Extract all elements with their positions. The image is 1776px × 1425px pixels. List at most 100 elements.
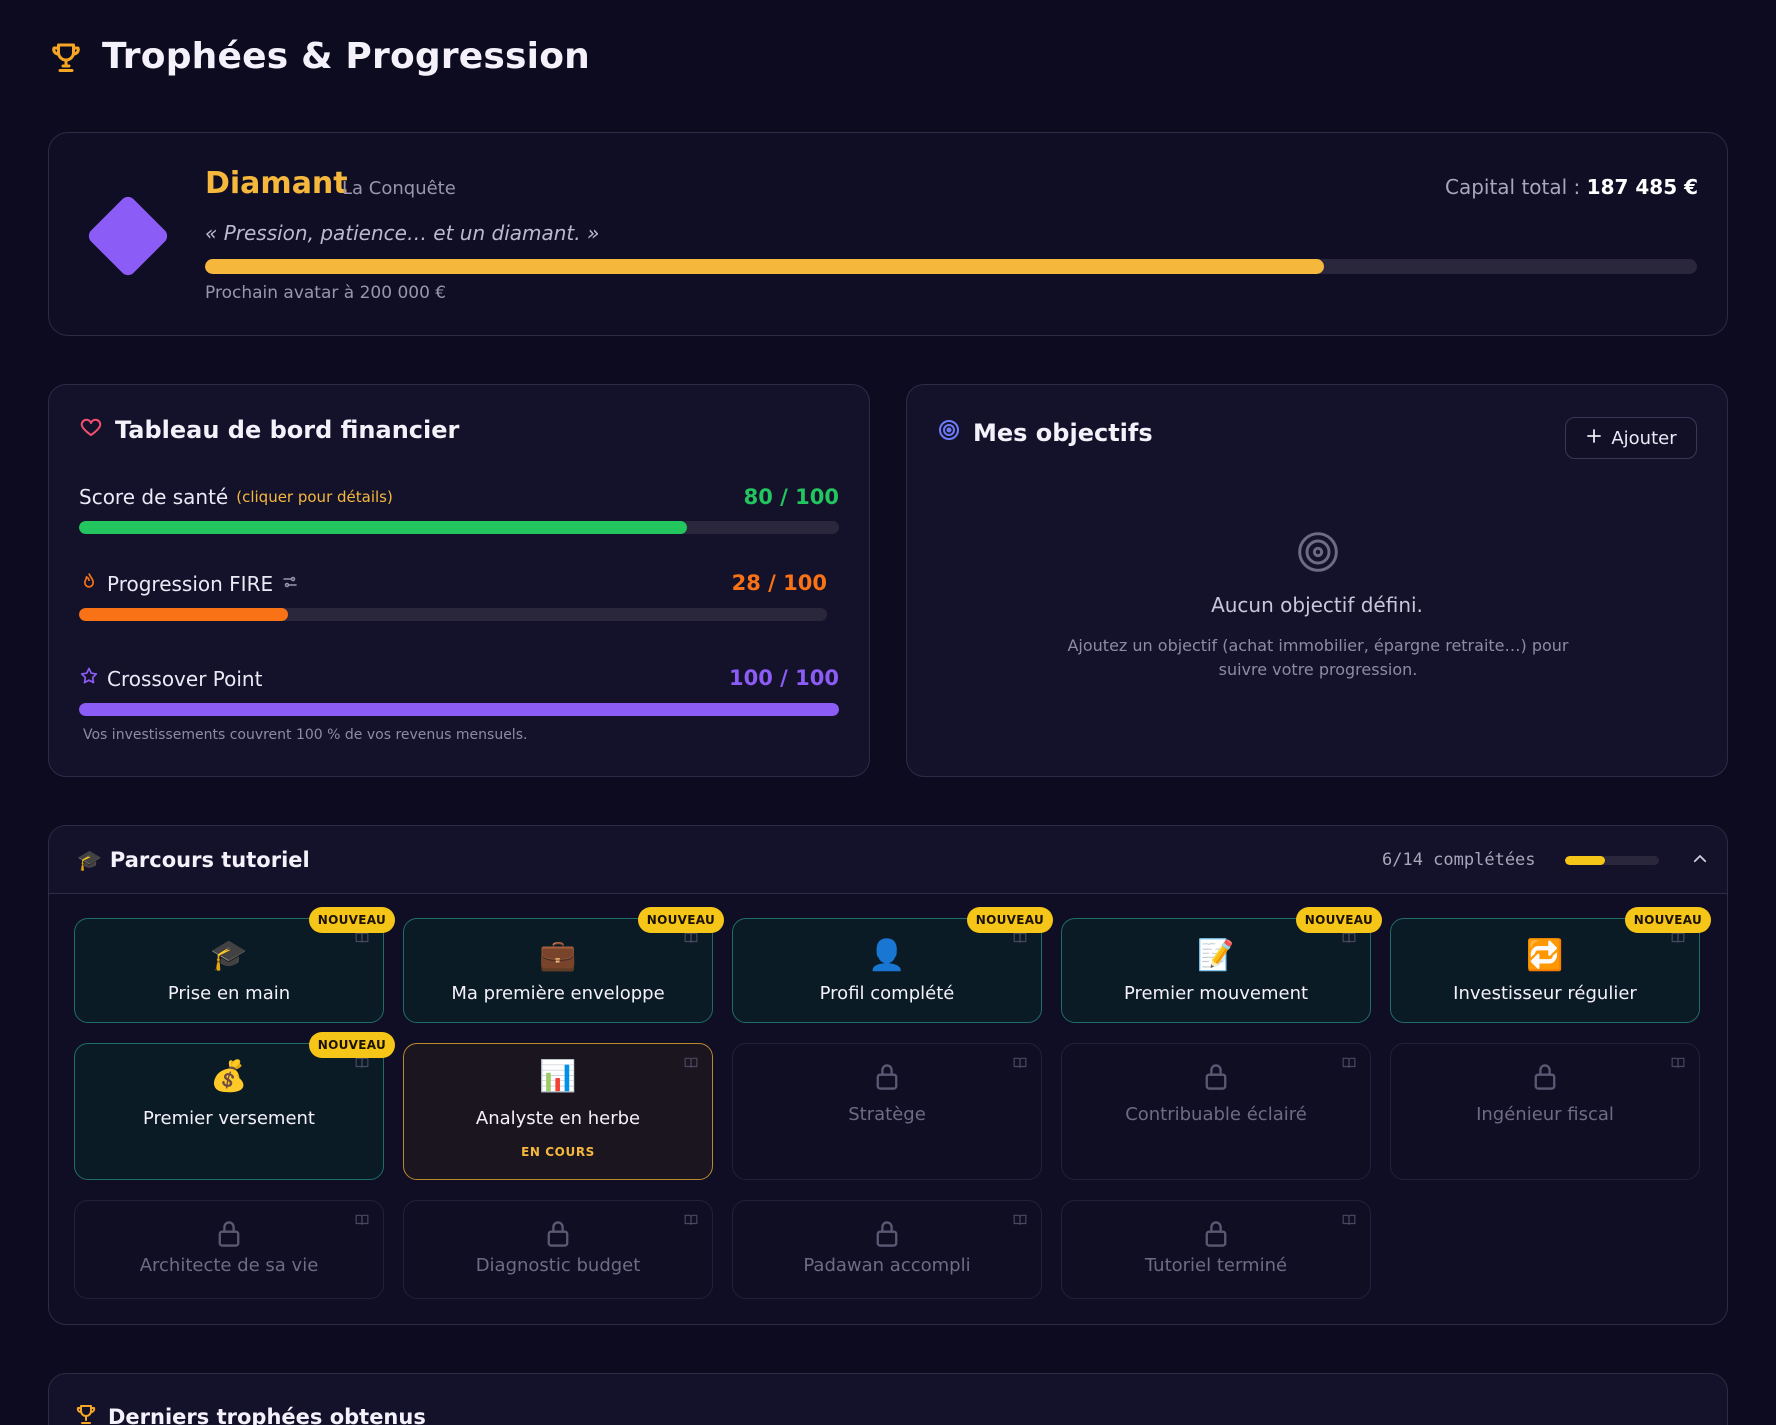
achievement-icon: 🎓 — [210, 938, 248, 973]
lock-icon — [215, 1219, 243, 1253]
tutorial-card[interactable]: 📊 Analyste en herbe EN COURS — [403, 1043, 713, 1180]
tutorial-card-label: Ingénieur fiscal — [1476, 1104, 1614, 1125]
tutorial-progress-fill — [1565, 856, 1606, 865]
rank-progress-bar — [205, 259, 1697, 274]
capital-total: Capital total : 187 485 € — [1445, 175, 1698, 199]
goals-title: Mes objectifs — [937, 418, 1153, 448]
graduation-cap-icon: 🎓 — [77, 848, 102, 872]
health-score-label[interactable]: Score de santé (cliquer pour détails) — [79, 485, 393, 509]
fire-progress-label: Progression FIRE — [79, 571, 299, 596]
page-title: Trophées & Progression — [102, 36, 590, 77]
tutorial-card[interactable]: Architecte de sa vie — [74, 1200, 384, 1299]
tutorial-card-label: Architecte de sa vie — [139, 1255, 319, 1276]
capital-label: Capital total : — [1444, 175, 1581, 199]
achievement-icon: 📝 — [1197, 938, 1235, 973]
rank-quote: « Pression, patience… et un diamant. » — [205, 221, 600, 245]
lock-icon — [1202, 1219, 1230, 1253]
book-icon[interactable] — [1013, 1211, 1027, 1230]
goals-empty-title: Aucun objectif défini. — [1211, 593, 1423, 617]
book-icon[interactable] — [684, 1211, 698, 1230]
lock-icon — [1531, 1062, 1559, 1096]
health-score-text: Score de santé — [79, 485, 229, 509]
plus-icon — [1585, 427, 1603, 450]
new-badge: NOUVEAU — [966, 907, 1053, 933]
crossover-note: Vos investissements couvrent 100 % de vo… — [83, 727, 528, 743]
tutorial-card[interactable]: 💰 Premier versement NOUVEAU — [74, 1032, 395, 1180]
book-icon[interactable] — [1342, 1054, 1356, 1073]
tutorial-card[interactable]: Stratège — [732, 1043, 1042, 1180]
chevron-up-icon[interactable] — [1691, 850, 1709, 872]
crossover-label: Crossover Point — [79, 666, 262, 691]
tutorial-card-label: Diagnostic budget — [475, 1255, 641, 1276]
goals-empty-desc: Ajoutez un objectif (achat immobilier, é… — [1067, 636, 1569, 679]
crossover-bar — [79, 703, 839, 716]
new-badge: NOUVEAU — [308, 1032, 395, 1058]
last-trophies-title-text: Derniers trophées obtenus — [108, 1404, 426, 1425]
health-score-hint[interactable]: (cliquer pour détails) — [236, 488, 393, 506]
page-header: Trophées & Progression — [48, 36, 590, 77]
tutorial-card[interactable]: 🔁 Investisseur régulier NOUVEAU — [1390, 907, 1711, 1023]
settings-sliders-icon[interactable] — [281, 572, 299, 596]
tutorial-card-label: Ma première enveloppe — [451, 983, 665, 1004]
achievement-icon: 💼 — [539, 938, 577, 973]
financial-dashboard-panel: Tableau de bord financier Score de santé… — [48, 384, 870, 777]
new-badge: NOUVEAU — [637, 907, 724, 933]
tutorial-card-label: Premier mouvement — [1123, 983, 1309, 1004]
dashboard-title-text: Tableau de bord financier — [115, 416, 460, 444]
add-goal-label: Ajouter — [1611, 427, 1677, 449]
crossover-text: Crossover Point — [107, 666, 263, 691]
achievement-icon: 🔁 — [1526, 938, 1564, 973]
tutorial-card[interactable]: 🎓 Prise en main NOUVEAU — [74, 907, 395, 1023]
tutorial-progress-bar — [1565, 856, 1659, 865]
tutorial-card[interactable]: Contribuable éclairé — [1061, 1043, 1371, 1180]
target-empty-icon — [1296, 530, 1340, 578]
fire-progress-text: Progression FIRE — [107, 571, 274, 596]
health-score-fill — [79, 521, 687, 534]
achievement-icon: 📊 — [539, 1059, 577, 1094]
tutorial-card[interactable]: Ingénieur fiscal — [1390, 1043, 1700, 1180]
target-icon — [937, 418, 961, 448]
fire-progress-bar — [79, 608, 827, 621]
book-icon[interactable] — [1342, 1211, 1356, 1230]
new-badge: NOUVEAU — [308, 907, 395, 933]
fire-progress-fill — [79, 608, 289, 621]
rank-progress-fill — [205, 259, 1324, 274]
tutorial-panel: 🎓 Parcours tutoriel 6/14 complétées 🎓 Pri… — [48, 825, 1728, 1325]
crossover-value: 100 / 100 — [729, 666, 839, 690]
tutorial-card-label: Analyste en herbe — [475, 1108, 641, 1129]
health-score-bar — [79, 521, 839, 534]
tutorial-card-label: Profil complété — [819, 983, 955, 1004]
tutorial-card[interactable]: Tutoriel terminé — [1061, 1200, 1371, 1299]
lock-icon — [544, 1219, 572, 1253]
tutorial-card-label: Investisseur régulier — [1453, 983, 1637, 1004]
heart-icon — [79, 415, 103, 445]
book-icon[interactable] — [684, 1054, 698, 1073]
last-trophies-panel: Derniers trophées obtenus — [48, 1373, 1728, 1425]
last-trophies-title: Derniers trophées obtenus — [74, 1402, 426, 1425]
tutorial-card[interactable]: 💼 Ma première enveloppe NOUVEAU — [403, 907, 724, 1023]
tutorial-card[interactable]: 👤 Profil complété NOUVEAU — [732, 907, 1053, 1023]
tutorial-card[interactable]: Diagnostic budget — [403, 1200, 713, 1299]
tutorial-title-text: Parcours tutoriel — [109, 848, 310, 872]
new-badge: NOUVEAU — [1295, 907, 1382, 933]
tutorial-card-label: Premier versement — [142, 1108, 315, 1129]
dashboard-title: Tableau de bord financier — [79, 415, 459, 445]
achievement-icon: 💰 — [210, 1059, 248, 1094]
next-avatar-text: Prochain avatar à 200 000 € — [205, 283, 447, 303]
add-goal-button[interactable]: Ajouter — [1565, 417, 1697, 459]
trophy-icon — [48, 39, 84, 75]
tutorial-header[interactable]: 🎓 Parcours tutoriel 6/14 complétées — [49, 826, 1727, 894]
rank-subtitle: La Conquête — [342, 178, 456, 199]
flame-icon — [79, 571, 99, 596]
tutorial-card-label: Padawan accompli — [803, 1255, 971, 1276]
in-progress-status: EN COURS — [521, 1145, 595, 1159]
tutorial-card[interactable]: 📝 Premier mouvement NOUVEAU — [1061, 907, 1382, 1023]
book-icon[interactable] — [1671, 1054, 1685, 1073]
lock-icon — [873, 1062, 901, 1096]
lock-icon — [873, 1219, 901, 1253]
tutorial-card[interactable]: Padawan accompli — [732, 1200, 1042, 1299]
book-icon[interactable] — [1013, 1054, 1027, 1073]
book-icon[interactable] — [355, 1211, 369, 1230]
crossover-fill — [79, 703, 839, 716]
tutorial-card-label: Tutoriel terminé — [1144, 1255, 1288, 1276]
